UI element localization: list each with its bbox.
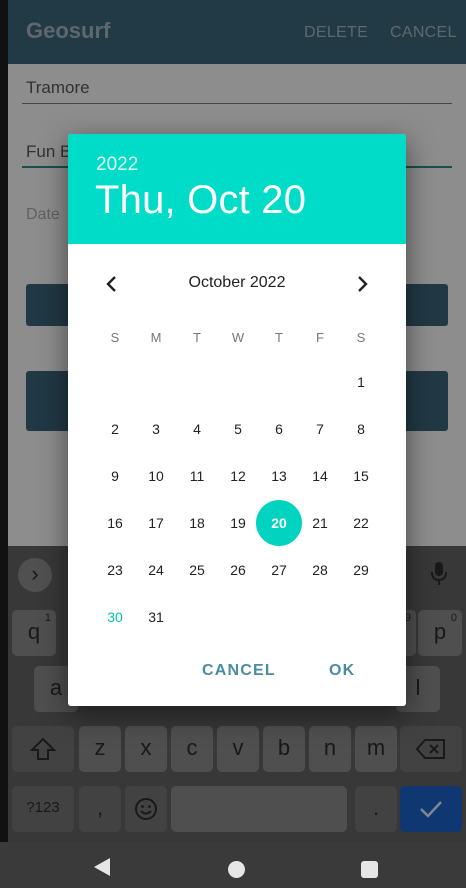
dialog-cancel-button[interactable]: CANCEL [202, 662, 276, 680]
calendar-day[interactable]: 30 [92, 594, 138, 640]
recent-apps-icon[interactable] [361, 861, 378, 878]
calendar-day[interactable]: 21 [297, 500, 343, 546]
calendar-day[interactable]: 31 [133, 594, 179, 640]
calendar-day[interactable]: 25 [174, 547, 220, 593]
calendar-day[interactable]: 28 [297, 547, 343, 593]
calendar-day[interactable]: 4 [174, 406, 220, 452]
calendar-day[interactable]: 9 [92, 453, 138, 499]
weekday-label: S [110, 330, 120, 345]
weekday-label: S [356, 330, 366, 345]
calendar-day[interactable]: 15 [338, 453, 384, 499]
calendar-day[interactable]: 22 [338, 500, 384, 546]
home-icon[interactable] [228, 861, 245, 878]
calendar-day[interactable]: 16 [92, 500, 138, 546]
calendar-day[interactable]: 8 [338, 406, 384, 452]
calendar-day[interactable]: 13 [256, 453, 302, 499]
dialog-ok-button[interactable]: OK [329, 662, 355, 680]
back-icon[interactable] [94, 858, 110, 876]
calendar-day[interactable]: 23 [92, 547, 138, 593]
calendar-day[interactable]: 26 [215, 547, 261, 593]
calendar-day[interactable]: 17 [133, 500, 179, 546]
chevron-right-icon[interactable] [350, 272, 374, 296]
calendar-day[interactable]: 11 [174, 453, 220, 499]
calendar-day[interactable]: 18 [174, 500, 220, 546]
calendar-day[interactable]: 12 [215, 453, 261, 499]
weekday-label: W [231, 330, 245, 345]
weekday-label: T [193, 330, 201, 345]
calendar-day[interactable]: 5 [215, 406, 261, 452]
selected-day[interactable]: 20 [256, 500, 302, 546]
calendar-day[interactable]: 3 [133, 406, 179, 452]
weekday-label: F [316, 330, 324, 345]
calendar-day[interactable]: 27 [256, 547, 302, 593]
calendar-day[interactable]: 2 [92, 406, 138, 452]
calendar-day[interactable]: 29 [338, 547, 384, 593]
calendar-day[interactable]: 19 [215, 500, 261, 546]
date-picker-header: 2022 Thu, Oct 20 [68, 134, 406, 244]
calendar-day[interactable]: 10 [133, 453, 179, 499]
calendar-day[interactable]: 1 [338, 359, 384, 405]
calendar-day[interactable]: 6 [256, 406, 302, 452]
calendar-day[interactable]: 14 [297, 453, 343, 499]
header-selected-date: Thu, Oct 20 [95, 178, 307, 222]
weekday-label: T [275, 330, 283, 345]
calendar-day[interactable]: 24 [133, 547, 179, 593]
header-year[interactable]: 2022 [96, 154, 138, 176]
weekday-label: M [150, 330, 162, 345]
system-nav-bar [0, 842, 466, 888]
date-picker-dialog: 2022 Thu, Oct 20 October 2022 SMTWTFS 12… [68, 134, 406, 706]
calendar-day[interactable]: 7 [297, 406, 343, 452]
